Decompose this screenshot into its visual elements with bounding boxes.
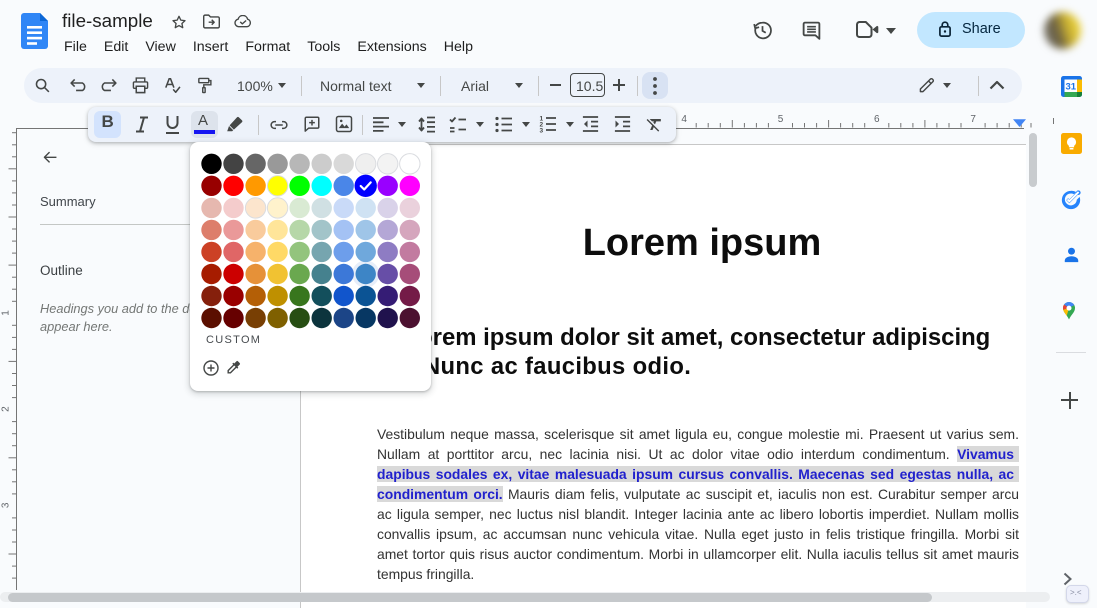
svg-text:5: 5 — [778, 114, 784, 125]
svg-text:2: 2 — [1, 406, 12, 412]
svg-text:3: 3 — [1, 502, 12, 508]
svg-text:1: 1 — [1, 310, 12, 316]
svg-text:4: 4 — [681, 114, 687, 125]
svg-text:7: 7 — [970, 114, 976, 125]
svg-text:6: 6 — [874, 114, 880, 125]
svg-text:3: 3 — [540, 128, 544, 134]
svg-text:31: 31 — [1066, 82, 1077, 93]
